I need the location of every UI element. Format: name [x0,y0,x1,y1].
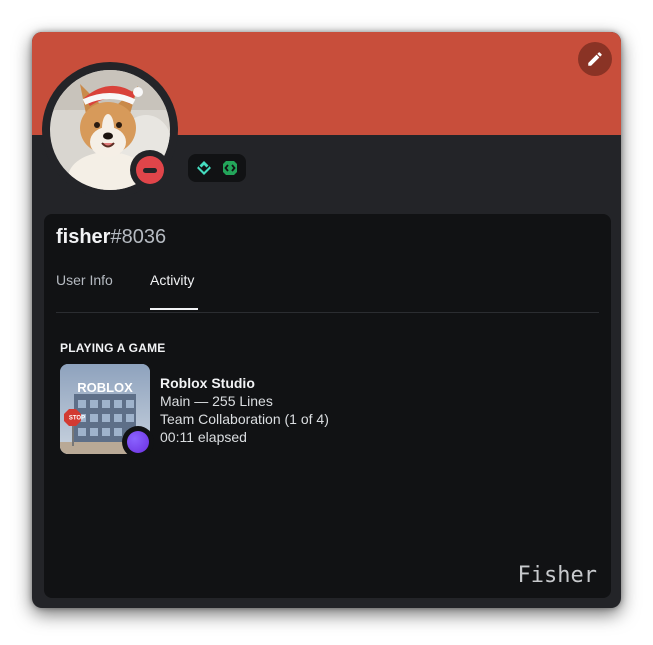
active-tab-indicator [150,308,198,310]
activity-section-title: PLAYING A GAME [60,341,166,355]
avatar-frame [42,62,178,198]
tab-activity[interactable]: Activity [150,272,194,310]
game-elapsed: 00:11 elapsed [160,429,247,445]
hypesquad-icon[interactable] [195,159,213,177]
game-name: Roblox Studio [160,375,255,391]
profile-body: fisher#8036 User Info Activity PLAYING A… [44,214,611,598]
edit-profile-button[interactable] [578,42,612,76]
username-line: fisher#8036 [56,226,166,249]
profile-tabs: User Info Activity [56,268,599,313]
small-app-icon [122,426,154,458]
badge-list [188,154,246,182]
username: fisher [56,226,111,248]
roblox-logo-text: ROBLOX [77,380,133,395]
active-developer-icon[interactable] [221,159,239,177]
game-details: Main — 255 Lines [160,393,273,409]
profile-card: fisher#8036 User Info Activity PLAYING A… [32,32,621,608]
watermark-text: Fisher [517,563,597,588]
stop-sign-text: STOP [69,416,85,422]
discriminator: #8036 [110,226,167,248]
pencil-icon [588,52,602,66]
tab-user-info[interactable]: User Info [56,272,113,310]
dnd-icon [136,156,164,184]
status-indicator [130,150,170,190]
activity-info: Roblox Studio Main — 255 Lines Team Coll… [160,374,329,446]
game-state: Team Collaboration (1 of 4) [160,411,329,427]
